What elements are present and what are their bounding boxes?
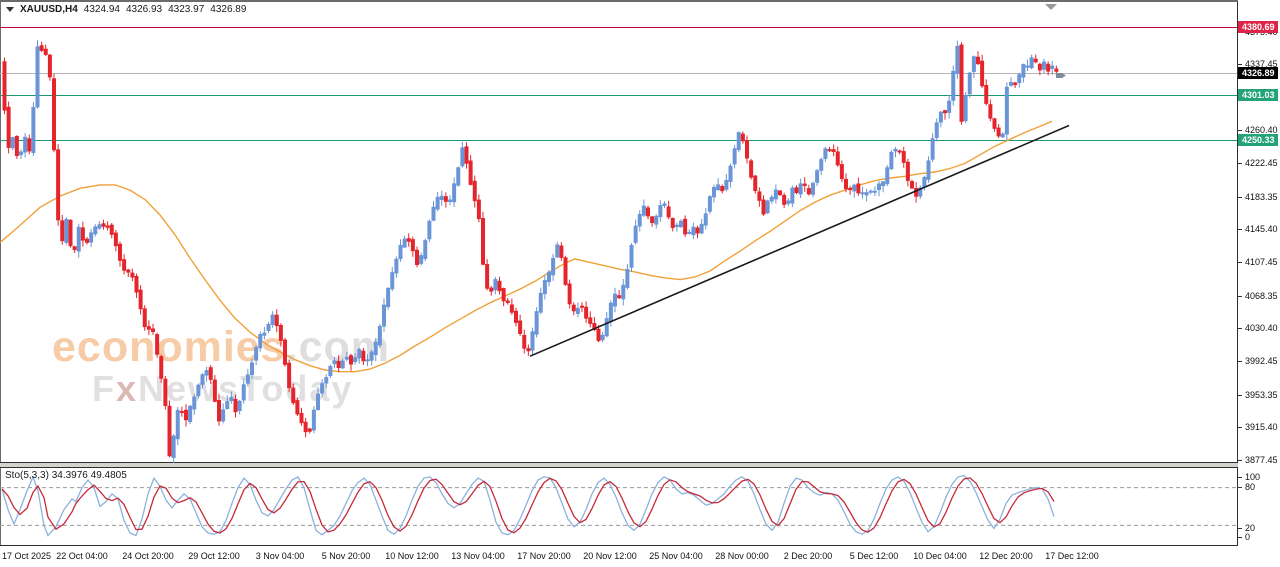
time-tick-label: 2 Dec 20:00 xyxy=(783,551,833,561)
time-tick-label: 5 Nov 20:00 xyxy=(321,551,371,561)
time-tick-label: 29 Oct 12:00 xyxy=(188,551,240,561)
time-tick-label: 28 Nov 00:00 xyxy=(715,551,769,561)
time-tick-label: 12 Dec 20:00 xyxy=(979,551,1033,561)
time-tick-label: 3 Nov 04:00 xyxy=(255,551,305,561)
trading-chart-window: economies.com FxNewsToday XAUUSD,H4 4324… xyxy=(0,0,1280,567)
price-tick-label: 4107.45 xyxy=(1238,257,1278,267)
price-tick-label: 3953.35 xyxy=(1238,390,1278,400)
time-axis[interactable]: 17 Oct 2025 22 Oct 04:00 24 Oct 20:00 29 Oc… xyxy=(0,546,1238,567)
support-price-badge: 4301.03 xyxy=(1238,89,1278,101)
time-tick-label: 24 Oct 20:00 xyxy=(122,551,174,561)
ascending-trendline[interactable] xyxy=(529,124,1070,357)
time-tick-label: 17 Nov 20:00 xyxy=(517,551,571,561)
ohlc-high: 4326.93 xyxy=(125,4,163,15)
time-tick-label: 25 Nov 04:00 xyxy=(649,551,703,561)
price-tick-label: 4183.35 xyxy=(1238,192,1278,202)
support-price-badge: 4250.33 xyxy=(1238,134,1278,146)
sto-d-line xyxy=(1,477,1055,534)
time-tick-label: 10 Dec 04:00 xyxy=(913,551,967,561)
level-lines xyxy=(0,27,1237,141)
main-price-chart[interactable] xyxy=(0,0,1238,463)
chart-header: XAUUSD,H4 4324.94 4326.93 4323.97 4326.8… xyxy=(6,4,246,15)
price-tick-label: 3992.45 xyxy=(1238,356,1278,366)
time-tick-label: 20 Nov 12:00 xyxy=(583,551,637,561)
time-tick-label: 13 Nov 04:00 xyxy=(451,551,505,561)
ohlc-low: 4323.97 xyxy=(168,4,205,15)
price-tick-label: 3877.45 xyxy=(1238,455,1278,465)
price-tick-label: 4145.40 xyxy=(1238,224,1278,234)
price-axis[interactable]: 4375.404337.454260.404222.454183.354145.… xyxy=(1238,0,1280,546)
resistance-price-badge: 4380.69 xyxy=(1238,21,1278,33)
up-candles xyxy=(10,40,1055,463)
price-tick-label: 4222.45 xyxy=(1238,158,1278,168)
price-tick-label: 3915.40 xyxy=(1238,422,1278,432)
time-tick-label: 22 Oct 04:00 xyxy=(56,551,108,561)
time-tick-label: 10 Nov 12:00 xyxy=(385,551,439,561)
price-tick-label: 4068.35 xyxy=(1238,291,1278,301)
indicator-label: Sto(5,3,3) 34.3976 49.4805 xyxy=(5,470,127,481)
sto-k-value: 34.3976 xyxy=(51,470,88,481)
price-tick-label: 4030.40 xyxy=(1238,323,1278,333)
symbol-dropdown-icon[interactable] xyxy=(6,7,14,12)
time-tick-label: 17 Dec 12:00 xyxy=(1045,551,1099,561)
chart-shift-marker-icon[interactable] xyxy=(1045,4,1057,10)
stochastic-panel[interactable] xyxy=(0,467,1238,545)
down-candles xyxy=(2,41,1059,458)
sto-scale-label: 0 xyxy=(1238,532,1250,542)
symbol-timeframe: XAUUSD,H4 xyxy=(20,4,78,15)
time-tick-label: 17 Oct 2025 xyxy=(2,551,52,561)
time-tick-label: 5 Dec 12:00 xyxy=(849,551,899,561)
current-price-badge: 4326.89 xyxy=(1238,67,1278,79)
ohlc-close: 4326.89 xyxy=(210,4,247,15)
sto-d-value: 49.4805 xyxy=(90,470,127,481)
sto-scale-label: 100 xyxy=(1238,472,1260,482)
sto-scale-label: 80 xyxy=(1238,482,1255,492)
ohlc-open: 4324.94 xyxy=(83,4,120,15)
